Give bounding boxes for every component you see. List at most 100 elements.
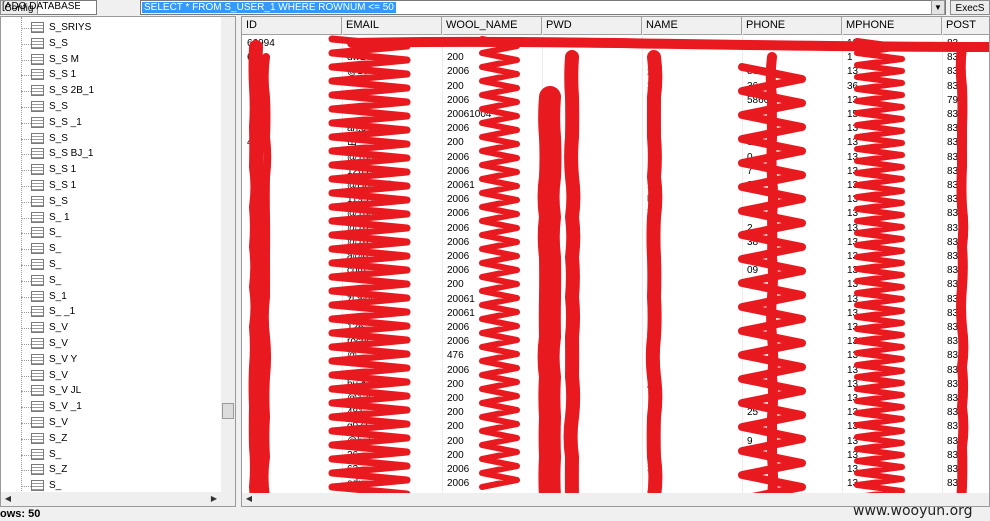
table-cell: 13	[847, 264, 939, 278]
table-cell: 13	[847, 122, 939, 136]
tree-item-label: S_V Y	[49, 353, 77, 367]
tree-scroll-thumb[interactable]	[222, 403, 234, 419]
table-cell: 83	[947, 179, 990, 193]
table-cell: 2006	[447, 207, 539, 221]
table-cell: an.c	[347, 122, 439, 136]
table-cell: a@g	[347, 250, 439, 264]
tree-vertical-scrollbar[interactable]	[221, 17, 235, 506]
table-row[interactable]: 66 dw1 200 1 83	[242, 51, 990, 65]
table-row[interactable]: 2006 伟 13 83	[242, 364, 990, 378]
table-cell: 83	[947, 51, 990, 65]
table-row[interactable]: 1199.c 2006 峰 13 83	[242, 193, 990, 207]
table-row[interactable]: 66994 2006 13 83	[242, 37, 990, 51]
table-row[interactable]: 4 山 200 38 13 83	[242, 136, 990, 150]
table-cell: 娟	[647, 264, 739, 278]
table-row[interactable]: @hot 200 梅 9 13 83	[242, 435, 990, 449]
table-row[interactable]: 20061 斐 13 83	[242, 307, 990, 321]
table-cell: hu.c	[347, 378, 439, 392]
table-cell: 83	[947, 406, 990, 420]
table-row[interactable]: 20061004 平 15 83	[242, 108, 990, 122]
table-row[interactable]: edu.cn 2006 13 83	[242, 477, 990, 491]
column-header[interactable]: NAME	[642, 17, 742, 34]
table-row[interactable]: com 2006 娟 09 13 83	[242, 264, 990, 278]
table-row[interactable]: a@g 2006 13 83	[242, 250, 990, 264]
table-cell: 83	[947, 463, 990, 477]
table-cell: 2006	[447, 321, 539, 335]
table-cell: 83	[947, 335, 990, 349]
table-cell: 36	[747, 80, 839, 94]
table-row[interactable]: 126 2006 英 13 83	[242, 321, 990, 335]
sql-query-input[interactable]: SELECT * FROM S_USER_1 WHERE ROWNUM <= 5…	[140, 0, 946, 15]
table-cell: 5866	[747, 94, 839, 108]
table-icon	[31, 401, 44, 412]
table-cell: 83	[947, 65, 990, 79]
column-header[interactable]: PWD	[542, 17, 642, 34]
table-icon	[31, 275, 44, 286]
table-row[interactable]: hu.c 200 庆 13 83	[242, 378, 990, 392]
tree-item-label: S_S	[49, 100, 68, 114]
table-row[interactable]: @16 2006 燕 2 13 83	[242, 222, 990, 236]
table-cell: @163.com	[347, 151, 439, 165]
scroll-right-icon[interactable]: ▶	[207, 492, 221, 506]
tree-connector	[21, 218, 31, 219]
table-row[interactable]: an.c 2006 冰 13 83	[242, 122, 990, 136]
table-row[interactable]: zl a@1 20061 华 13 83	[242, 293, 990, 307]
table-cell: 83	[947, 307, 990, 321]
tree-horizontal-scrollbar[interactable]: ◀ ▶	[1, 492, 221, 506]
database-selector[interactable]: [ADO DATABASE] ▼	[0, 0, 97, 15]
execute-button[interactable]: ExecS	[950, 0, 990, 15]
column-header[interactable]: POST	[942, 17, 990, 34]
table-cell: 200	[447, 378, 539, 392]
table-row[interactable]: rochi 2006 龙 13 83	[242, 335, 990, 349]
table-icon	[31, 38, 44, 49]
table-cell: 83	[947, 222, 990, 236]
table-row[interactable]: @476 09 13 83	[242, 349, 990, 363]
table-row[interactable]: 126.com 2006 7 13 83	[242, 165, 990, 179]
table-cell: 13	[847, 151, 939, 165]
tree-connector	[21, 376, 31, 377]
table-cell: 126.com	[347, 165, 439, 179]
table-icon	[31, 306, 44, 317]
table-row[interactable]: 200 增 36 36 83	[242, 80, 990, 94]
table-row[interactable]: @163.com 2006 38 13 83	[242, 236, 990, 250]
table-cell: 2006	[447, 364, 539, 378]
table-row[interactable]: 481 200 25 13 83	[242, 406, 990, 420]
table-row[interactable]: @Hotmail 20061 劫 8 13 83	[242, 179, 990, 193]
column-header[interactable]: EMAIL	[342, 17, 442, 34]
table-cell: edu.cn	[347, 477, 439, 491]
table-cell: 83	[947, 349, 990, 363]
table-row[interactable]: @163 2006 娜 13 83	[242, 207, 990, 221]
tree-item-label: S_S M	[49, 53, 79, 67]
tree-connector	[21, 170, 31, 171]
table-cell: 0	[747, 151, 839, 165]
table-row[interactable]: 26.c 200 琴 13 83	[242, 449, 990, 463]
table-cell: 2006	[447, 222, 539, 236]
table-cell: @163	[347, 207, 439, 221]
table-row[interactable]: @126 200 13 83	[242, 392, 990, 406]
table-cell: 83	[947, 364, 990, 378]
table-row[interactable]: @163 2006 迪 80 13 83	[242, 65, 990, 79]
table-row[interactable]: 2006 5866 13 79	[242, 94, 990, 108]
tree-connector	[21, 154, 31, 155]
table-cell: 200	[447, 449, 539, 463]
table-cell: 25	[747, 406, 839, 420]
column-header[interactable]: PHONE	[742, 17, 842, 34]
table-row[interactable]: @163.com 2006 0 13 83	[242, 151, 990, 165]
tree-connector	[21, 297, 31, 298]
column-header[interactable]: WOOL_NAME	[442, 17, 542, 34]
toolbar: Config [ADO DATABASE] ▼ SELECT * FROM S_…	[0, 0, 990, 16]
table-cell: 13	[847, 449, 939, 463]
tree-connector	[21, 91, 31, 92]
table-cell: 冰	[647, 122, 739, 136]
table-row[interactable]: g071 200 株 13 83	[242, 420, 990, 434]
table-cell: 4	[247, 136, 339, 150]
scroll-left-icon[interactable]: ◀	[242, 492, 256, 506]
scroll-left-icon[interactable]: ◀	[1, 492, 15, 506]
column-header[interactable]: ID	[242, 17, 342, 34]
table-icon	[31, 322, 44, 333]
table-row[interactable]: 200 13 83	[242, 278, 990, 292]
tree-connector	[21, 139, 31, 140]
table-row[interactable]: 63.com 2006 华 13 83	[242, 463, 990, 477]
sql-history-dropdown-icon[interactable]: ▼	[931, 0, 945, 15]
column-header[interactable]: MPHONE	[842, 17, 942, 34]
